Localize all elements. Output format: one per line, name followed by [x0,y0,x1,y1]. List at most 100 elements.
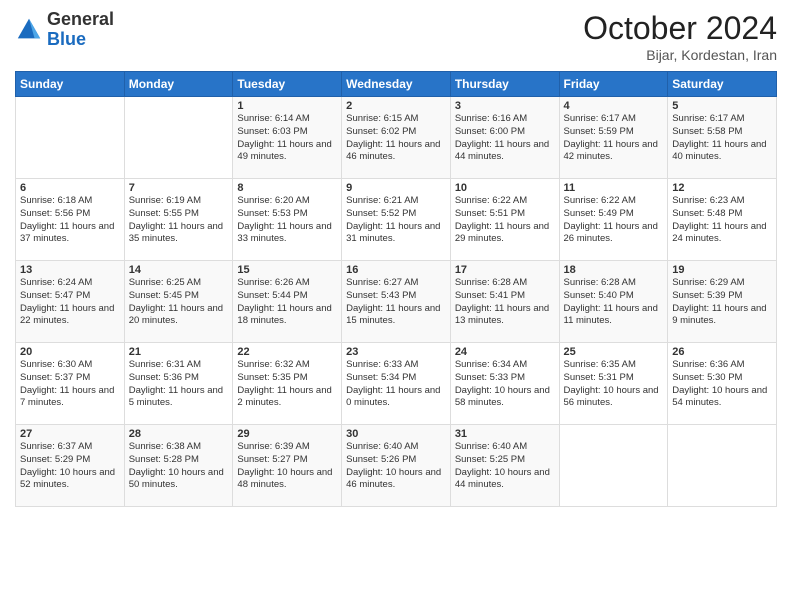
day-number: 20 [20,346,120,358]
calendar-cell: 25Sunrise: 6:35 AM Sunset: 5:31 PM Dayli… [559,343,668,425]
day-info: Sunrise: 6:17 AM Sunset: 5:58 PM Dayligh… [672,113,772,164]
day-number: 21 [129,346,229,358]
calendar-cell: 31Sunrise: 6:40 AM Sunset: 5:25 PM Dayli… [450,425,559,507]
day-info: Sunrise: 6:27 AM Sunset: 5:43 PM Dayligh… [346,277,446,328]
calendar-week-row: 20Sunrise: 6:30 AM Sunset: 5:37 PM Dayli… [16,343,777,425]
day-info: Sunrise: 6:40 AM Sunset: 5:25 PM Dayligh… [455,441,555,492]
page: General Blue October 2024 Bijar, Kordest… [0,0,792,612]
day-number: 6 [20,182,120,194]
logo-icon [15,16,43,44]
day-of-week-header: Monday [124,72,233,97]
logo-blue-text: Blue [47,29,86,49]
day-info: Sunrise: 6:22 AM Sunset: 5:51 PM Dayligh… [455,195,555,246]
calendar-cell: 4Sunrise: 6:17 AM Sunset: 5:59 PM Daylig… [559,97,668,179]
day-info: Sunrise: 6:35 AM Sunset: 5:31 PM Dayligh… [564,359,664,410]
calendar-header-row: SundayMondayTuesdayWednesdayThursdayFrid… [16,72,777,97]
calendar-cell: 28Sunrise: 6:38 AM Sunset: 5:28 PM Dayli… [124,425,233,507]
day-number: 29 [237,428,337,440]
day-info: Sunrise: 6:29 AM Sunset: 5:39 PM Dayligh… [672,277,772,328]
day-number: 18 [564,264,664,276]
day-info: Sunrise: 6:31 AM Sunset: 5:36 PM Dayligh… [129,359,229,410]
day-number: 14 [129,264,229,276]
calendar-week-row: 27Sunrise: 6:37 AM Sunset: 5:29 PM Dayli… [16,425,777,507]
calendar-week-row: 13Sunrise: 6:24 AM Sunset: 5:47 PM Dayli… [16,261,777,343]
day-info: Sunrise: 6:28 AM Sunset: 5:41 PM Dayligh… [455,277,555,328]
calendar-cell: 7Sunrise: 6:19 AM Sunset: 5:55 PM Daylig… [124,179,233,261]
day-number: 3 [455,100,555,112]
logo-general-text: General [47,9,114,29]
calendar-cell [16,97,125,179]
day-info: Sunrise: 6:26 AM Sunset: 5:44 PM Dayligh… [237,277,337,328]
day-of-week-header: Wednesday [342,72,451,97]
calendar-cell [668,425,777,507]
logo: General Blue [15,10,114,50]
day-info: Sunrise: 6:19 AM Sunset: 5:55 PM Dayligh… [129,195,229,246]
day-info: Sunrise: 6:25 AM Sunset: 5:45 PM Dayligh… [129,277,229,328]
calendar-cell [124,97,233,179]
location: Bijar, Kordestan, Iran [583,47,777,63]
day-info: Sunrise: 6:21 AM Sunset: 5:52 PM Dayligh… [346,195,446,246]
calendar-cell: 20Sunrise: 6:30 AM Sunset: 5:37 PM Dayli… [16,343,125,425]
calendar-cell: 8Sunrise: 6:20 AM Sunset: 5:53 PM Daylig… [233,179,342,261]
day-info: Sunrise: 6:20 AM Sunset: 5:53 PM Dayligh… [237,195,337,246]
day-info: Sunrise: 6:28 AM Sunset: 5:40 PM Dayligh… [564,277,664,328]
calendar-cell: 19Sunrise: 6:29 AM Sunset: 5:39 PM Dayli… [668,261,777,343]
day-info: Sunrise: 6:32 AM Sunset: 5:35 PM Dayligh… [237,359,337,410]
calendar-cell: 29Sunrise: 6:39 AM Sunset: 5:27 PM Dayli… [233,425,342,507]
calendar-cell: 24Sunrise: 6:34 AM Sunset: 5:33 PM Dayli… [450,343,559,425]
day-of-week-header: Friday [559,72,668,97]
day-info: Sunrise: 6:40 AM Sunset: 5:26 PM Dayligh… [346,441,446,492]
day-info: Sunrise: 6:30 AM Sunset: 5:37 PM Dayligh… [20,359,120,410]
day-number: 8 [237,182,337,194]
day-number: 1 [237,100,337,112]
month-title: October 2024 [583,10,777,47]
day-number: 4 [564,100,664,112]
day-info: Sunrise: 6:33 AM Sunset: 5:34 PM Dayligh… [346,359,446,410]
calendar-week-row: 1Sunrise: 6:14 AM Sunset: 6:03 PM Daylig… [16,97,777,179]
day-info: Sunrise: 6:22 AM Sunset: 5:49 PM Dayligh… [564,195,664,246]
header: General Blue October 2024 Bijar, Kordest… [15,10,777,63]
day-of-week-header: Thursday [450,72,559,97]
day-number: 24 [455,346,555,358]
calendar-cell: 10Sunrise: 6:22 AM Sunset: 5:51 PM Dayli… [450,179,559,261]
day-number: 11 [564,182,664,194]
day-number: 30 [346,428,446,440]
day-number: 2 [346,100,446,112]
day-number: 23 [346,346,446,358]
day-of-week-header: Sunday [16,72,125,97]
day-number: 28 [129,428,229,440]
day-number: 12 [672,182,772,194]
calendar-cell: 6Sunrise: 6:18 AM Sunset: 5:56 PM Daylig… [16,179,125,261]
day-info: Sunrise: 6:16 AM Sunset: 6:00 PM Dayligh… [455,113,555,164]
day-of-week-header: Tuesday [233,72,342,97]
calendar-week-row: 6Sunrise: 6:18 AM Sunset: 5:56 PM Daylig… [16,179,777,261]
day-info: Sunrise: 6:24 AM Sunset: 5:47 PM Dayligh… [20,277,120,328]
calendar-cell: 27Sunrise: 6:37 AM Sunset: 5:29 PM Dayli… [16,425,125,507]
day-number: 22 [237,346,337,358]
calendar: SundayMondayTuesdayWednesdayThursdayFrid… [15,71,777,507]
day-number: 19 [672,264,772,276]
title-section: October 2024 Bijar, Kordestan, Iran [583,10,777,63]
calendar-cell: 16Sunrise: 6:27 AM Sunset: 5:43 PM Dayli… [342,261,451,343]
calendar-cell: 5Sunrise: 6:17 AM Sunset: 5:58 PM Daylig… [668,97,777,179]
day-number: 25 [564,346,664,358]
calendar-cell [559,425,668,507]
day-of-week-header: Saturday [668,72,777,97]
logo-text: General Blue [47,10,114,50]
calendar-cell: 21Sunrise: 6:31 AM Sunset: 5:36 PM Dayli… [124,343,233,425]
calendar-cell: 11Sunrise: 6:22 AM Sunset: 5:49 PM Dayli… [559,179,668,261]
day-info: Sunrise: 6:15 AM Sunset: 6:02 PM Dayligh… [346,113,446,164]
day-number: 16 [346,264,446,276]
calendar-cell: 12Sunrise: 6:23 AM Sunset: 5:48 PM Dayli… [668,179,777,261]
calendar-cell: 9Sunrise: 6:21 AM Sunset: 5:52 PM Daylig… [342,179,451,261]
calendar-cell: 26Sunrise: 6:36 AM Sunset: 5:30 PM Dayli… [668,343,777,425]
day-info: Sunrise: 6:34 AM Sunset: 5:33 PM Dayligh… [455,359,555,410]
day-info: Sunrise: 6:37 AM Sunset: 5:29 PM Dayligh… [20,441,120,492]
day-number: 27 [20,428,120,440]
day-info: Sunrise: 6:38 AM Sunset: 5:28 PM Dayligh… [129,441,229,492]
calendar-cell: 30Sunrise: 6:40 AM Sunset: 5:26 PM Dayli… [342,425,451,507]
day-number: 26 [672,346,772,358]
calendar-cell: 1Sunrise: 6:14 AM Sunset: 6:03 PM Daylig… [233,97,342,179]
day-number: 5 [672,100,772,112]
day-number: 31 [455,428,555,440]
